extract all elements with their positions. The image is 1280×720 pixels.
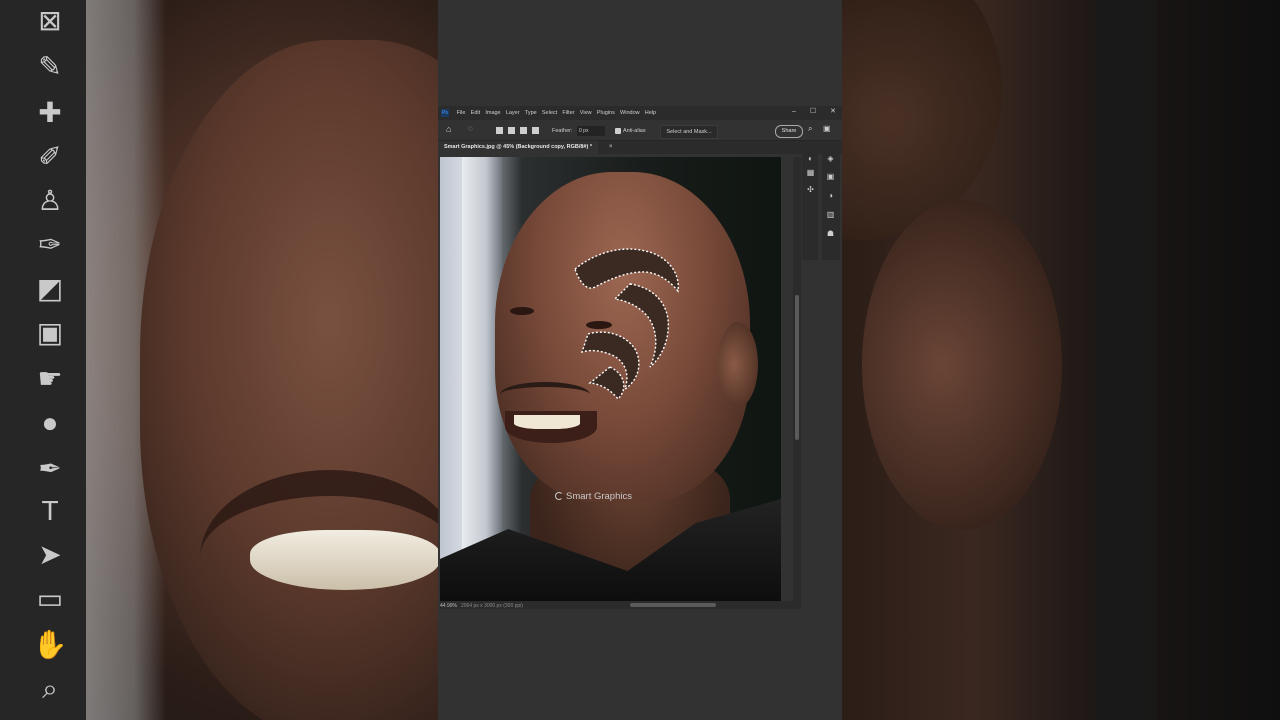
menu-help[interactable]: Help — [642, 106, 659, 120]
add-selection-icon[interactable] — [508, 127, 515, 134]
brush-icon: ✐ — [38, 141, 62, 172]
document-tab[interactable]: Smart Graphics.jpg @ 45% (Background cop… — [438, 141, 598, 154]
menu-bar: Ps File Edit Image Layer Type Select Fil… — [438, 106, 842, 120]
background-ear — [862, 200, 1062, 530]
horizontal-scroll-thumb[interactable] — [630, 603, 716, 607]
photo-ear — [718, 322, 758, 407]
adjustments-panel-icon[interactable]: ✣ — [806, 185, 815, 194]
pen-icon: ✒ — [38, 453, 62, 484]
type-icon: T — [41, 495, 59, 526]
menu-type[interactable]: Type — [522, 106, 539, 120]
background-toolbar-icons: ⊠ ✎ ✚ ✐ ♙ ✑ ◩ ▣ ☛ ● ✒ T ➤ ▭ ✋ ⌕ — [18, 0, 82, 720]
healing-brush-icon: ✚ — [38, 97, 62, 128]
watermark: Smart Graphics — [555, 491, 632, 503]
options-bar: ⌂ ◌ Feather: 0 px Anti-alias Select and … — [438, 122, 842, 141]
background-panel-strip — [1097, 0, 1157, 720]
document-tab-bar: Smart Graphics.jpg @ 45% (Background cop… — [438, 141, 842, 154]
menu-edit[interactable]: Edit — [468, 106, 483, 120]
photoshop-logo-icon: Ps — [441, 109, 449, 117]
panel-dock-left: ◐ ▦ ✣ — [802, 150, 818, 260]
lasso-tool-icon[interactable]: ◌ — [468, 124, 473, 134]
menu-view[interactable]: View — [577, 106, 594, 120]
document-canvas[interactable]: Smart Graphics — [440, 157, 781, 602]
maximize-button[interactable]: ☐ — [810, 106, 816, 118]
menu-filter[interactable]: Filter — [560, 106, 577, 120]
menu-select[interactable]: Select — [539, 106, 559, 120]
photo-teeth — [514, 415, 580, 429]
history-brush-icon: ✑ — [38, 229, 62, 260]
window-controls: – ☐ ✕ — [792, 106, 836, 118]
close-window-button[interactable]: ✕ — [830, 106, 836, 118]
frame-tool-icon: ⊠ — [38, 5, 62, 36]
close-tab-icon[interactable]: × — [609, 141, 613, 154]
photo-eye-left — [510, 307, 534, 315]
background-left-blurred: ⊠ ✎ ✚ ✐ ♙ ✑ ◩ ▣ ☛ ● ✒ T ➤ ▭ ✋ ⌕ — [0, 0, 438, 720]
background-teeth — [250, 530, 438, 590]
feather-label: Feather: — [552, 128, 573, 134]
paths-panel-icon[interactable]: ☗ — [826, 229, 835, 238]
feather-input[interactable]: 0 px — [577, 126, 605, 136]
libraries-panel-icon[interactable]: ▣ — [826, 172, 835, 181]
minimize-button[interactable]: – — [792, 106, 796, 118]
menu-window[interactable]: Window — [617, 106, 642, 120]
background-right-blurred — [842, 0, 1280, 720]
hand-icon: ✋ — [32, 629, 68, 660]
watermark-logo-icon — [555, 492, 563, 500]
status-bar: 44.99% 2064 px x 3000 px (300 ppi) — [438, 601, 523, 611]
rectangle-icon: ▭ — [36, 583, 64, 614]
vertical-scroll-thumb[interactable] — [795, 295, 799, 440]
document-dimensions: 2064 px x 3000 px (300 ppi) — [460, 603, 523, 609]
vertical-scrollbar[interactable] — [793, 157, 801, 602]
workspace-icon[interactable]: ▣ — [823, 124, 831, 134]
photoshop-window: Ps File Edit Image Layer Type Select Fil… — [438, 0, 842, 720]
select-and-mask-button[interactable]: Select and Mask... — [660, 125, 718, 139]
menu-plugins[interactable]: Plugins — [594, 106, 617, 120]
tattoo-selection-outline — [574, 248, 679, 401]
menu-layer[interactable]: Layer — [503, 106, 522, 120]
menu-file[interactable]: File — [454, 106, 468, 120]
zoom-icon: ⌕ — [42, 673, 58, 704]
menu-image[interactable]: Image — [483, 106, 503, 120]
stamp-icon: ♙ — [37, 185, 63, 216]
color-panel-icon[interactable]: ◐ — [806, 154, 815, 163]
swatches-panel-icon[interactable]: ▦ — [806, 168, 815, 177]
panel-dock-right: ◈ ▣ ◑ ▥ ☗ — [822, 150, 840, 260]
zoom-level[interactable]: 44.99% — [440, 603, 457, 609]
share-button[interactable]: Share — [775, 125, 803, 138]
watermark-text: Smart Graphics — [566, 491, 632, 502]
eraser-icon: ◩ — [36, 273, 64, 304]
eyedropper-icon: ✎ — [38, 51, 62, 82]
new-selection-icon[interactable] — [496, 127, 503, 134]
antialias-label: Anti-alias — [623, 128, 646, 134]
subtract-selection-icon[interactable] — [520, 127, 527, 134]
gradient-icon: ▣ — [36, 317, 64, 348]
dodge-icon: ● — [41, 407, 59, 438]
channels-panel-icon[interactable]: ▥ — [826, 210, 835, 219]
antialias-checkbox[interactable] — [615, 128, 621, 134]
search-icon[interactable]: ⌕ — [808, 124, 812, 134]
path-selection-icon: ➤ — [38, 539, 62, 570]
home-icon[interactable]: ⌂ — [446, 124, 451, 134]
menu-list: File Edit Image Layer Type Select Filter… — [454, 106, 659, 120]
properties-panel-icon[interactable]: ◑ — [826, 191, 835, 200]
layers-panel-icon[interactable]: ◈ — [826, 154, 835, 163]
intersect-selection-icon[interactable] — [532, 127, 539, 134]
smudge-icon: ☛ — [37, 363, 63, 394]
